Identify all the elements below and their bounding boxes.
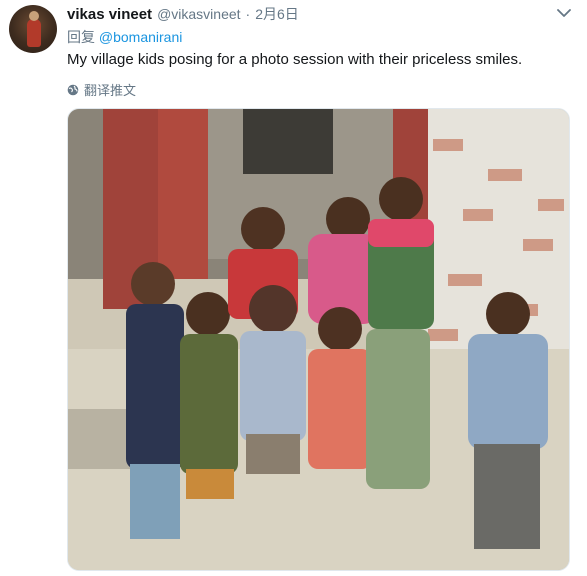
avatar[interactable] [9,5,57,53]
tweet-header: vikas vineet @vikasvineet · 2月6日 [67,4,567,24]
reply-context: 回复 @bomanirani [67,27,182,47]
photo-scene [68,109,569,570]
tweet-menu-button[interactable] [555,6,573,20]
reply-mention-link[interactable]: @bomanirani [99,29,182,45]
avatar-figure [27,19,41,47]
tweet-text: My village kids posing for a photo sessi… [67,51,523,68]
globe-icon [67,84,79,95]
separator-dot: · [245,6,251,22]
tweet-date[interactable]: 2月6日 [255,4,299,24]
tweet-photo[interactable] [67,108,570,571]
translate-label: 翻译推文 [84,83,137,98]
translate-tweet-button[interactable]: 翻译推文 [67,80,136,99]
chevron-down-icon [557,8,571,17]
display-name[interactable]: vikas vineet [67,6,152,23]
user-handle[interactable]: @vikasvineet [157,6,240,22]
reply-prefix: 回复 [67,29,95,45]
avatar-head [29,11,39,21]
